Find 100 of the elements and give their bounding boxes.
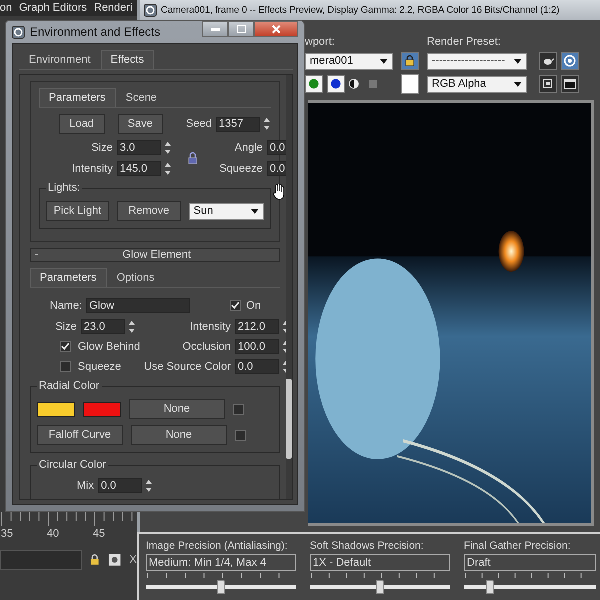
number-field[interactable]: 0.0: [98, 478, 142, 493]
field-label: Intensity: [71, 162, 114, 174]
setting-value-field: 1X - Default: [310, 554, 450, 571]
window-title: Camera001, frame 0 -- Effects Preview, Display Gamma: 2.2, RGBA Color 16 Bits/Channel (1:2): [161, 4, 560, 16]
display-icon[interactable]: [561, 75, 579, 93]
panel-button[interactable]: Load: [59, 114, 105, 134]
number-field[interactable]: 212.0: [235, 319, 279, 334]
maximize-button[interactable]: [228, 21, 254, 37]
lock-icon[interactable]: [401, 52, 419, 70]
spinner-icon[interactable]: [164, 162, 172, 176]
render-icon[interactable]: [561, 52, 579, 70]
slider-thumb[interactable]: [486, 580, 494, 594]
menu-item[interactable]: Renderi: [94, 2, 133, 14]
checkbox[interactable]: [230, 300, 242, 311]
checkbox-label: On: [246, 300, 262, 312]
viewport-dropdown[interactable]: mera001: [305, 52, 393, 70]
slider-thumb[interactable]: [217, 580, 225, 594]
app-icon: [12, 26, 25, 38]
dropdown-arrow-icon: [380, 58, 388, 64]
tab[interactable]: Effects: [100, 50, 154, 69]
dropdown-arrow-icon: [250, 208, 259, 214]
axis-label: X: [130, 554, 137, 566]
channel-dropdown[interactable]: RGB Alpha: [427, 76, 527, 92]
channel-toggle-button[interactable]: [305, 75, 323, 93]
lock-icon[interactable]: [90, 554, 100, 566]
channel-toggle-button[interactable]: [327, 75, 345, 93]
setting-value-field: Medium: Min 1/4, Max 4: [146, 554, 296, 571]
field-label: Intensity: [190, 320, 231, 332]
app-icon: [144, 4, 157, 16]
panel-button[interactable]: Remove: [117, 201, 181, 221]
name-field[interactable]: Glow: [86, 298, 190, 313]
slider-thumb[interactable]: [376, 580, 384, 594]
timeline-tick-label: 45: [93, 528, 106, 540]
number-field[interactable]: 23.0: [81, 319, 125, 334]
setting-label: Final Gather Precision:: [464, 540, 572, 552]
panel-button[interactable]: Pick Light: [46, 201, 110, 221]
field-label: Occlusion: [182, 340, 231, 352]
checkbox[interactable]: [60, 361, 71, 372]
tab[interactable]: Options: [106, 268, 165, 287]
checkbox-label: Glow Behind: [78, 340, 140, 352]
close-icon: [272, 24, 280, 34]
number-field[interactable]: 0.0: [267, 140, 286, 155]
number-field[interactable]: 1357: [216, 116, 260, 132]
spinner-icon[interactable]: [145, 478, 154, 492]
group-title: Radial Color: [37, 380, 102, 392]
checkbox[interactable]: [235, 430, 246, 440]
field-label: Use Source Color: [144, 360, 231, 372]
setting-label: Soft Shadows Precision:: [310, 540, 425, 552]
maximize-icon: [236, 25, 246, 33]
tab[interactable]: Scene: [116, 88, 168, 107]
number-field[interactable]: 0.0: [267, 161, 286, 176]
spinner-icon[interactable]: [262, 117, 271, 131]
number-field[interactable]: 145.0: [117, 161, 161, 176]
hand-cursor-icon: [272, 184, 286, 200]
minimize-icon: [210, 28, 220, 30]
field-label: Mix: [77, 480, 94, 492]
menu-item[interactable]: on: [0, 2, 12, 14]
field-label: Squeeze: [218, 162, 264, 174]
setting-value-field: Draft: [464, 554, 596, 571]
lock-icon[interactable]: [188, 152, 198, 164]
color-swatch[interactable]: [37, 402, 75, 416]
dropdown-arrow-icon: [514, 58, 522, 64]
minimize-button[interactable]: [202, 21, 228, 37]
timeline-tick-label: 40: [47, 528, 60, 540]
field-label: Seed: [186, 118, 212, 130]
number-field[interactable]: 3.0: [117, 140, 161, 155]
light-dropdown[interactable]: Sun: [188, 202, 264, 220]
panel-button[interactable]: Falloff Curve: [37, 425, 123, 445]
checkbox-label: Squeeze: [78, 360, 122, 372]
render-preset-label: Render Preset:: [427, 36, 502, 48]
tab[interactable]: Parameters: [30, 268, 107, 287]
target-icon[interactable]: [108, 553, 122, 567]
menu-item[interactable]: Graph Editors: [19, 2, 88, 14]
map-button[interactable]: None: [131, 425, 227, 445]
dropdown-arrow-icon: [514, 82, 522, 86]
field-label: Angle: [234, 142, 264, 154]
number-field[interactable]: 0.0: [235, 359, 279, 374]
spinner-icon[interactable]: [164, 140, 172, 154]
rollout-header[interactable]: - Glow Element: [30, 248, 280, 262]
field-label: Size: [56, 320, 77, 332]
dialog-title: Environment and Effects: [30, 25, 161, 39]
viewport-label: wport:: [305, 36, 336, 48]
clone-window-icon[interactable]: [539, 75, 557, 93]
group-title: Circular Color: [37, 459, 108, 471]
checkbox[interactable]: [233, 404, 244, 414]
map-button[interactable]: None: [129, 399, 225, 419]
field-label: Size: [90, 142, 114, 154]
group-title: Lights:: [46, 182, 82, 194]
color-swatch[interactable]: [401, 74, 419, 94]
tab[interactable]: Environment: [19, 50, 101, 69]
contrast-icon[interactable]: [349, 79, 359, 89]
render-preset-dropdown[interactable]: --------------------: [427, 52, 527, 70]
tab[interactable]: Parameters: [39, 88, 116, 107]
checkbox[interactable]: [60, 341, 71, 352]
number-field[interactable]: 100.0: [235, 339, 279, 354]
input-field[interactable]: [0, 550, 82, 570]
panel-button[interactable]: Save: [118, 114, 164, 134]
scrollbar[interactable]: [286, 75, 292, 499]
color-swatch[interactable]: [83, 402, 121, 416]
close-button[interactable]: [254, 21, 298, 37]
